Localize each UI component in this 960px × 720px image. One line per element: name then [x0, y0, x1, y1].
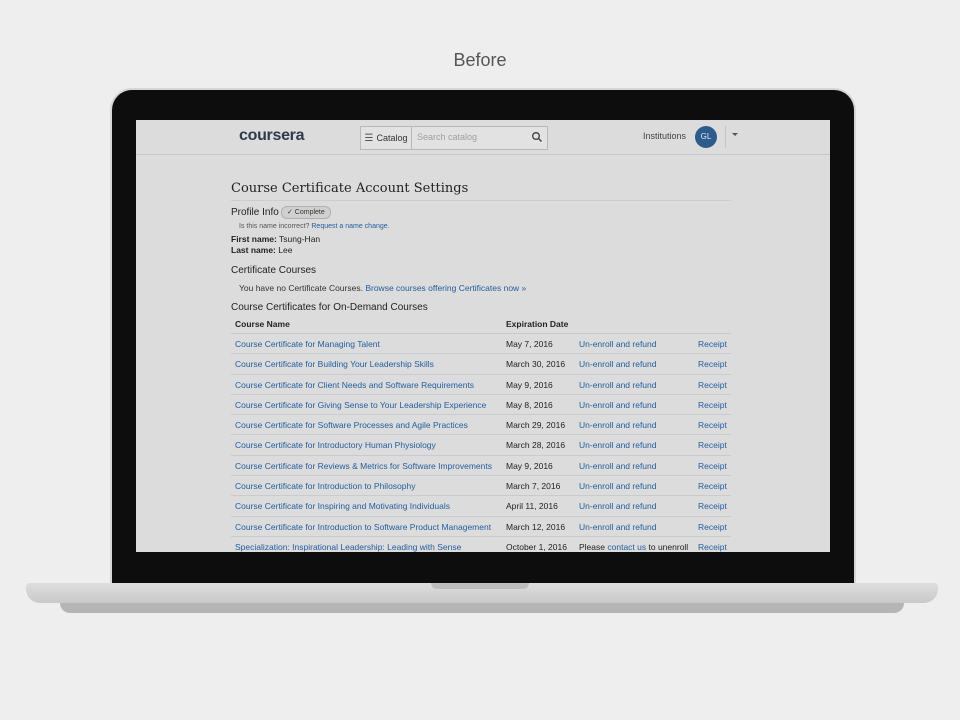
chevron-down-icon[interactable] — [732, 133, 738, 136]
title-divider — [231, 200, 731, 201]
table-header: Course Name Expiration Date — [231, 319, 731, 334]
course-link[interactable]: Course Certificate for Introductory Huma… — [235, 440, 436, 450]
expiration-date: March 30, 2016 — [506, 359, 566, 370]
unenroll-refund-link[interactable]: Un-enroll and refund — [579, 440, 657, 450]
course-link[interactable]: Course Certificate for Software Processe… — [235, 420, 468, 430]
unenroll-refund-link[interactable]: Un-enroll and refund — [579, 481, 657, 491]
course-link[interactable]: Course Certificate for Building Your Lea… — [235, 359, 434, 369]
column-expiration-date: Expiration Date — [506, 319, 569, 329]
receipt-link[interactable]: Receipt — [698, 501, 727, 511]
browse-certificates-link[interactable]: Browse courses offering Certificates now… — [365, 283, 526, 293]
course-link[interactable]: Course Certificate for Introduction to S… — [235, 522, 491, 532]
request-name-change-link[interactable]: Request a name change. — [311, 223, 389, 230]
catalog-search: ☰ Catalog — [360, 126, 548, 150]
table-row: Course Certificate for Introduction to P… — [231, 476, 731, 497]
table-row: Course Certificate for Building Your Lea… — [231, 354, 731, 375]
browser-screen: coursera ☰Catalog Institutions GL Course… — [136, 120, 830, 552]
table-row: Specialization: Inspirational Leadership… — [231, 537, 731, 552]
receipt-link[interactable]: Receipt — [698, 359, 727, 369]
unenroll-refund-link[interactable]: Un-enroll and refund — [579, 359, 657, 369]
before-caption: Before — [453, 50, 507, 70]
expiration-date: March 28, 2016 — [506, 440, 566, 451]
search-icon[interactable] — [531, 131, 543, 143]
receipt-link[interactable]: Receipt — [698, 380, 727, 390]
receipt-link[interactable]: Receipt — [698, 461, 727, 471]
first-name-row: First name: Tsung-Han — [231, 234, 320, 244]
table-row: Course Certificate for Client Needs and … — [231, 375, 731, 395]
catalog-label: Catalog — [376, 133, 408, 143]
unenroll-refund-link[interactable]: Un-enroll and refund — [579, 461, 657, 471]
receipt-link[interactable]: Receipt — [698, 400, 727, 410]
expiration-date: October 1, 2016 — [506, 541, 567, 552]
receipt-link[interactable]: Receipt — [698, 542, 727, 552]
on-demand-heading: Course Certificates for On-Demand Course… — [231, 302, 428, 313]
course-link[interactable]: Course Certificate for Inspiring and Mot… — [235, 501, 450, 511]
course-link[interactable]: Specialization: Inspirational Leadership… — [235, 542, 461, 552]
unenroll-refund-link[interactable]: Un-enroll and refund — [579, 339, 657, 349]
no-certificates-note: You have no Certificate Courses. Browse … — [239, 283, 526, 293]
course-link[interactable]: Course Certificate for Reviews & Metrics… — [235, 461, 492, 471]
expiration-date: May 8, 2016 — [506, 399, 553, 410]
laptop-shadow — [60, 603, 904, 613]
laptop-notch — [431, 583, 529, 589]
institutions-link[interactable]: Institutions — [643, 131, 686, 141]
last-name-value: Lee — [278, 245, 293, 255]
receipt-link[interactable]: Receipt — [698, 440, 727, 450]
receipt-link[interactable]: Receipt — [698, 339, 727, 349]
expiration-date: April 11, 2016 — [506, 501, 558, 512]
receipt-link[interactable]: Receipt — [698, 420, 727, 430]
course-link[interactable]: Course Certificate for Client Needs and … — [235, 380, 474, 390]
profile-info-heading: Profile Info — [231, 207, 279, 218]
expiration-date: May 7, 2016 — [506, 339, 553, 349]
contact-prefix: Please — [579, 541, 605, 552]
table-row: Course Certificate for Inspiring and Mot… — [231, 496, 731, 517]
course-link[interactable]: Course Certificate for Managing Talent — [235, 339, 380, 349]
table-row: Course Certificate for Software Processe… — [231, 415, 731, 436]
first-name-value: Tsung-Han — [279, 234, 321, 244]
status-badge: ✓ Complete — [281, 206, 331, 219]
first-name-label: First name: — [231, 234, 277, 244]
avatar[interactable]: GL — [695, 126, 717, 148]
table-row: Course Certificate for Introductory Huma… — [231, 435, 731, 456]
expiration-date: May 9, 2016 — [506, 460, 553, 471]
unenroll-refund-link[interactable]: Un-enroll and refund — [579, 522, 657, 532]
table-row: Course Certificate for Introduction to S… — [231, 517, 731, 537]
expiration-date: March 7, 2016 — [506, 481, 561, 492]
contact-suffix: to unenroll — [648, 541, 689, 552]
no-certificates-text: You have no Certificate Courses. — [239, 283, 363, 293]
unenroll-refund-link[interactable]: Un-enroll and refund — [579, 400, 657, 410]
page-title: Course Certificate Account Settings — [231, 181, 469, 196]
certificate-courses-heading: Certificate Courses — [231, 265, 317, 276]
name-incorrect-prompt: Is this name incorrect? — [239, 223, 310, 230]
expiration-date: March 29, 2016 — [506, 420, 566, 431]
contact-note: Please contact us to unenroll — [579, 542, 688, 552]
unenroll-refund-link[interactable]: Un-enroll and refund — [579, 420, 657, 430]
coursera-logo[interactable]: coursera — [239, 127, 305, 145]
last-name-row: Last name: Lee — [231, 245, 292, 255]
receipt-link[interactable]: Receipt — [698, 522, 727, 532]
header-divider — [725, 126, 726, 148]
table-row: Course Certificate for Managing Talent Ma… — [231, 334, 731, 355]
expiration-date: May 9, 2016 — [506, 379, 553, 390]
name-incorrect-note: Is this name incorrect? Request a name c… — [239, 223, 390, 230]
unenroll-refund-link[interactable]: Un-enroll and refund — [579, 380, 657, 390]
certificates-table: Course Certificate for Managing Talent Ma… — [231, 334, 731, 552]
search-input[interactable] — [417, 130, 523, 144]
top-nav: coursera ☰Catalog Institutions GL — [136, 120, 830, 155]
list-icon: ☰ — [364, 133, 374, 144]
expiration-date: March 12, 2016 — [506, 521, 566, 532]
unenroll-refund-link[interactable]: Un-enroll and refund — [579, 501, 657, 511]
table-row: Course Certificate for Reviews & Metrics… — [231, 456, 731, 477]
table-row: Course Certificate for Giving Sense to Y… — [231, 395, 731, 416]
last-name-label: Last name: — [231, 245, 276, 255]
course-link[interactable]: Course Certificate for Introduction to P… — [235, 481, 415, 491]
receipt-link[interactable]: Receipt — [698, 481, 727, 491]
course-link[interactable]: Course Certificate for Giving Sense to Y… — [235, 400, 486, 410]
column-course-name: Course Name — [235, 319, 290, 329]
catalog-button[interactable]: ☰ Catalog — [361, 127, 412, 149]
contact-us-link[interactable]: contact us — [607, 542, 646, 552]
